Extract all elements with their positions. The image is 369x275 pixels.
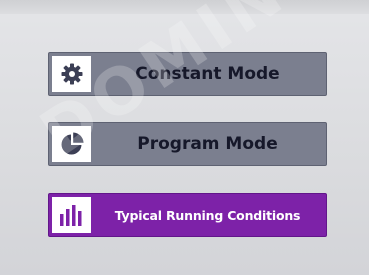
constant-mode-icon-box — [52, 56, 91, 92]
program-mode-button[interactable]: Program Mode — [48, 122, 327, 166]
typical-running-conditions-label: Typical Running Conditions — [114, 207, 301, 223]
program-mode-icon-box — [52, 126, 91, 162]
screen-top-edge — [0, 0, 369, 14]
program-mode-label: Program Mode — [137, 134, 278, 154]
bar-chart-icon — [59, 205, 81, 226]
constant-mode-label: Constant Mode — [135, 64, 280, 84]
pie-chart-icon — [61, 132, 83, 155]
typical-running-conditions-icon-box — [52, 197, 91, 233]
constant-mode-button[interactable]: Constant Mode — [48, 52, 327, 96]
typical-running-conditions-button[interactable]: Typical Running Conditions — [48, 193, 327, 237]
gear-icon — [61, 63, 82, 85]
